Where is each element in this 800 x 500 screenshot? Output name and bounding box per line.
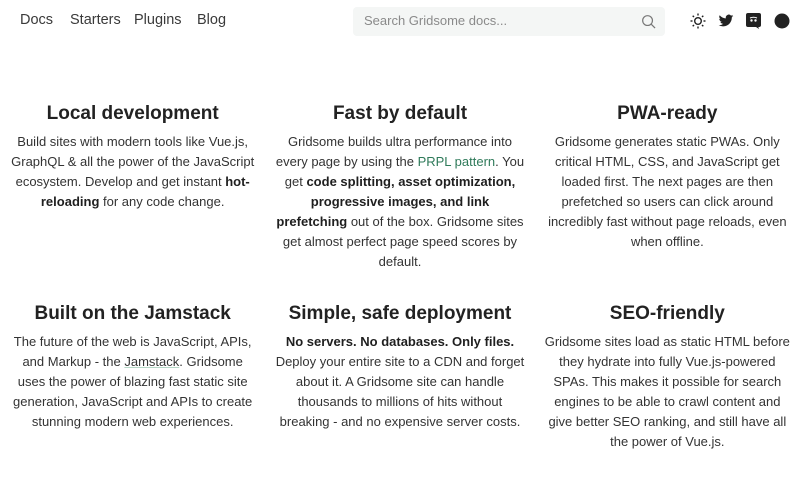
text: for any [99, 194, 143, 209]
text: web experiences. [132, 414, 234, 429]
twitter-icon[interactable] [718, 13, 734, 29]
feature-card: Fast by default Gridsome builds ultra per… [275, 100, 524, 272]
feature-title: PWA-ready [617, 103, 718, 124]
text: and get instant [136, 174, 226, 189]
search-icon [642, 15, 656, 29]
text: expensive server costs. [384, 414, 521, 429]
nav-link-blog[interactable]: Blog [197, 12, 226, 28]
nav-link-starters[interactable]: Starters [70, 12, 121, 28]
feature-description: Gridsome sites load as static HTML befor… [543, 332, 792, 452]
feature-title: Built on the Jamstack [34, 303, 231, 324]
discord-icon[interactable] [746, 13, 761, 29]
theme-toggle-sun-icon[interactable] [690, 13, 706, 29]
feature-title: Fast by default [332, 103, 468, 124]
jamstack-link[interactable]: Jamstack [124, 354, 179, 369]
search-input[interactable]: Search Gridsome docs... [353, 7, 665, 36]
features-grid: Local development Build sites with modern… [8, 100, 792, 452]
bold-text: No servers. No databases. Only files. [285, 334, 515, 349]
text: Deploy [275, 354, 317, 369]
nav-link-plugins[interactable]: Plugins [134, 12, 182, 28]
nav-link-docs[interactable]: Docs [20, 12, 53, 28]
search-placeholder: Search Gridsome docs... [364, 13, 508, 28]
feature-title: SEO-friendly [609, 303, 725, 324]
top-nav: Docs Starters Plugins Blog Search Gridso… [0, 0, 800, 42]
github-icon[interactable] [774, 13, 790, 29]
prpl-pattern-link[interactable]: PRPL pattern [418, 154, 496, 169]
bold-text: code [306, 174, 337, 189]
text: GraphQL & all the power of [11, 154, 169, 169]
feature-title: Local development [46, 103, 219, 124]
text: code change. [146, 194, 225, 209]
feature-card: PWA-ready Gridsome generates static PWAs.… [543, 100, 792, 272]
feature-description: Gridsome builds ultra performance into e… [275, 132, 524, 272]
feature-description: No servers. No databases. Only files. De… [275, 332, 525, 432]
text: Gridsome sites load as static HTML befor… [544, 334, 790, 349]
text: out of the box. [347, 214, 434, 229]
feature-card: Built on the Jamstack The future of the w… [8, 300, 257, 452]
feature-card: Local development Build sites with modern… [8, 100, 257, 272]
feature-card: Simple, safe deployment No servers. No da… [275, 300, 525, 452]
feature-card: SEO-friendly Gridsome sites load as stati… [543, 300, 792, 452]
feature-description: The future of the web is JavaScript, API… [8, 332, 257, 432]
text: Vue.js, [208, 134, 249, 149]
feature-description: Gridsome generates static PWAs. Only cri… [543, 132, 792, 252]
text: Build sites with modern tools like [17, 134, 206, 149]
text: page by using the [311, 154, 418, 169]
text: Markup - the [47, 354, 125, 369]
feature-title: Simple, safe deployment [288, 303, 512, 324]
feature-description: Build sites with modern tools like Vue.j… [8, 132, 257, 212]
